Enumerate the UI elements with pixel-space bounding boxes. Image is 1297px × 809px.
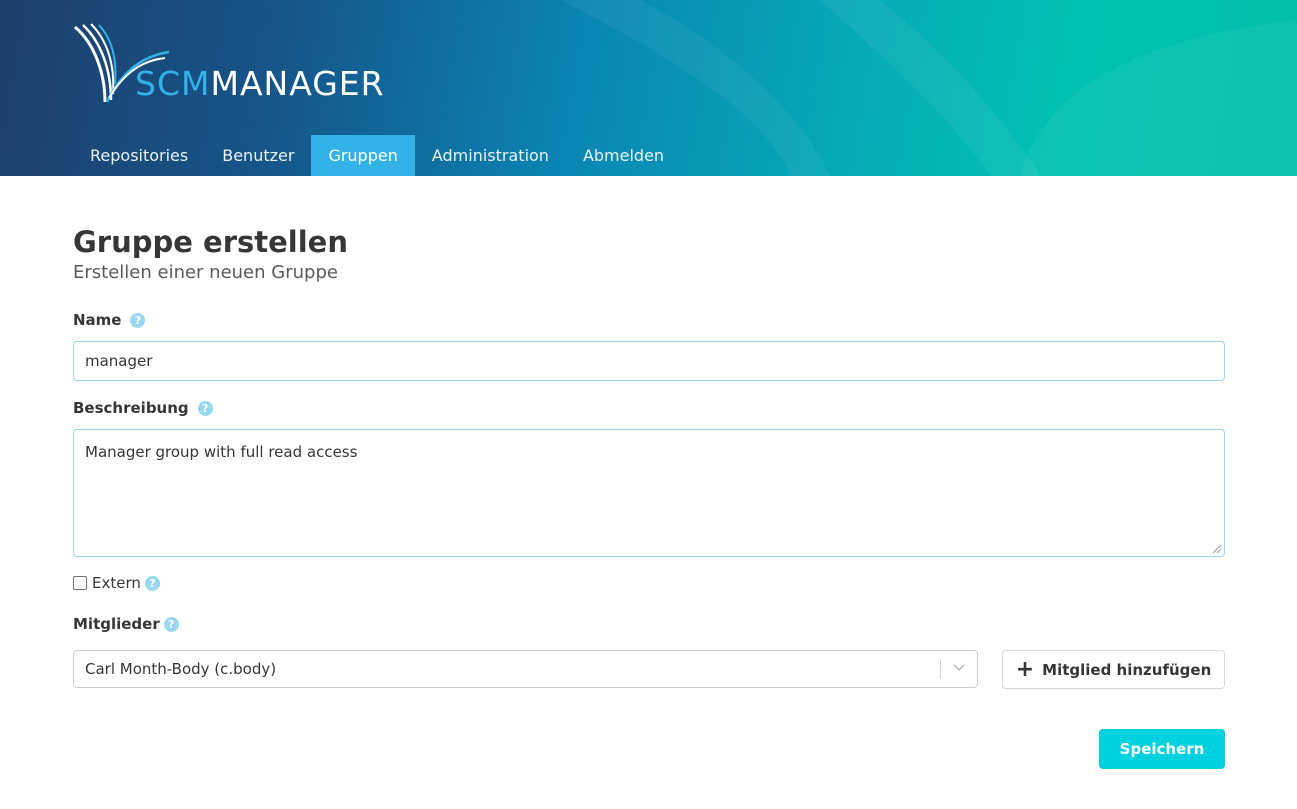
name-input[interactable]: manager — [73, 341, 1225, 381]
description-label-row: Beschreibung ? — [73, 398, 213, 418]
description-label: Beschreibung — [73, 399, 189, 417]
select-separator — [940, 659, 941, 679]
description-text: Manager group with full read access — [85, 443, 358, 461]
plus-icon: + — [1015, 656, 1035, 682]
name-label-row: Name ? — [73, 310, 146, 330]
app-header: SCMMANAGER Repositories Benutzer Gruppen… — [0, 0, 1297, 176]
add-member-label: Mitglied hinzufügen — [1042, 660, 1212, 679]
chevron-down-icon[interactable] — [952, 663, 966, 673]
logo-text-manager: MANAGER — [210, 64, 385, 103]
main-navigation: Repositories Benutzer Gruppen Administra… — [73, 135, 681, 176]
nav-repositories[interactable]: Repositories — [73, 135, 205, 176]
members-help-icon[interactable]: ? — [163, 616, 179, 632]
logo-wordmark: SCMMANAGER — [135, 64, 385, 104]
nav-gruppen[interactable]: Gruppen — [311, 135, 415, 176]
member-select-value: Carl Month-Body (c.body) — [85, 660, 277, 678]
name-help-icon[interactable]: ? — [130, 312, 146, 328]
nav-benutzer[interactable]: Benutzer — [205, 135, 311, 176]
member-select[interactable]: Carl Month-Body (c.body) — [73, 650, 978, 688]
save-button[interactable]: Speichern — [1099, 729, 1225, 769]
logo-text-scm: SCM — [135, 64, 211, 103]
page-title: Gruppe erstellen — [73, 225, 348, 259]
nav-abmelden[interactable]: Abmelden — [566, 135, 681, 176]
add-member-button[interactable]: + Mitglied hinzufügen — [1002, 650, 1225, 689]
extern-help-icon[interactable]: ? — [144, 575, 160, 591]
description-textarea[interactable]: Manager group with full read access — [73, 429, 1225, 557]
members-label-row: Mitglieder ? — [73, 614, 179, 634]
members-label: Mitglieder — [73, 615, 160, 633]
name-label: Name — [73, 311, 122, 329]
resize-handle-icon[interactable] — [1210, 542, 1222, 554]
page-subtitle: Erstellen einer neuen Gruppe — [73, 262, 338, 283]
extern-checkbox[interactable] — [73, 576, 87, 590]
extern-label: Extern — [92, 574, 141, 592]
description-help-icon[interactable]: ? — [197, 400, 213, 416]
nav-administration[interactable]: Administration — [415, 135, 566, 176]
extern-checkbox-row[interactable]: Extern ? — [73, 574, 160, 592]
